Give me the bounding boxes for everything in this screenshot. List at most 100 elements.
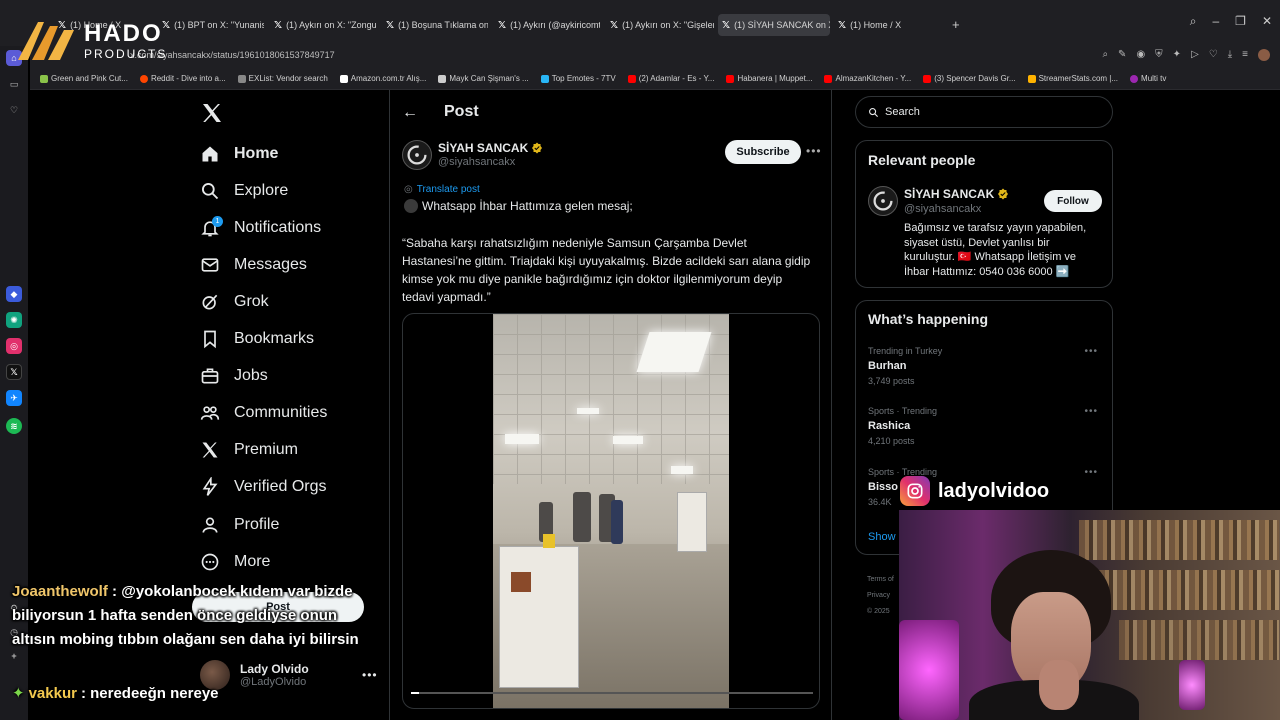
bookmark-item[interactable]: Top Emotes - 7TV [540, 74, 616, 83]
browser-tab-6[interactable]: 𝕏(1) Aykırı on X: "Gişelerde [606, 14, 714, 36]
briefcase-icon [201, 368, 219, 384]
bookmark-item[interactable]: Habanera | Muppet... [726, 74, 812, 83]
relevant-people-card: Relevant people SİYAH SANCAK @siyahsanca… [855, 140, 1113, 288]
back-arrow-icon[interactable]: ← [402, 104, 418, 122]
menu-icon[interactable]: ≡ [1242, 49, 1248, 61]
nav-jobs[interactable]: Jobs [200, 361, 268, 391]
terms-link[interactable]: Terms of [867, 572, 894, 588]
nav-messages[interactable]: Messages [200, 250, 307, 280]
heart-icon[interactable]: ♡ [1209, 49, 1218, 61]
hado-products-logo: HADO PRODUCTS [14, 20, 167, 62]
download-icon[interactable]: ⤓ [1228, 49, 1232, 61]
new-tab-icon[interactable]: + [952, 17, 960, 32]
post-more-icon[interactable]: ••• [806, 144, 822, 158]
x-app-icon[interactable]: 𝕏 [6, 364, 22, 380]
camera-icon[interactable]: ◉ [1136, 49, 1145, 61]
nav-communities[interactable]: Communities [200, 398, 327, 428]
trend-more-icon[interactable]: ••• [1084, 346, 1098, 357]
browser-tab-5[interactable]: 𝕏(1) Aykırı (@aykiricomtr) / [494, 14, 600, 36]
trend-more-icon[interactable]: ••• [1084, 467, 1098, 478]
bookmark-item[interactable]: Amazon.com.tr Alış... [339, 74, 426, 83]
wallet-icon[interactable]: ▭ [6, 76, 22, 92]
author-name[interactable]: SİYAH SANCAK [438, 141, 543, 155]
whats-happening-title: What’s happening [868, 311, 989, 327]
nav-grok[interactable]: Grok [200, 287, 269, 317]
favorites-icon[interactable]: ♡ [6, 102, 22, 118]
shield-icon[interactable]: ⛨ [1155, 49, 1163, 61]
bookmark-item[interactable]: Mayk Can Şişman's ... [438, 74, 529, 83]
video-progress-bar[interactable] [411, 692, 813, 694]
browser-tab-3[interactable]: 𝕏(1) Aykırı on X: "Zongulda [270, 14, 376, 36]
search-input[interactable]: Search [855, 96, 1113, 128]
bookmark-favicon-icon [237, 74, 246, 83]
bluesky-icon[interactable]: ✈ [6, 390, 22, 406]
instagram-icon[interactable]: ◎ [6, 338, 22, 354]
x-favicon-icon: 𝕏 [838, 19, 847, 31]
app-icon[interactable]: ◆ [6, 286, 22, 302]
extension-icon[interactable]: ✦ [1173, 49, 1181, 61]
trend-more-icon[interactable]: ••• [1084, 406, 1098, 417]
youtube-icon [923, 74, 932, 83]
browser-tab-4[interactable]: 𝕏(1) Boşuna Tıklama on X: " [382, 14, 488, 36]
video-player[interactable] [402, 313, 820, 709]
nav-premium[interactable]: Premium [200, 435, 298, 465]
more-circle-icon [201, 553, 219, 571]
close-window-icon[interactable]: ✕ [1262, 14, 1272, 29]
address-bar[interactable]: x.com/siyahsancakx/status/19610180615378… [30, 46, 1280, 68]
minimize-icon[interactable]: – [1212, 14, 1219, 29]
browser-tab-7-active[interactable]: 𝕏(1) SİYAH SANCAK on X: " [718, 14, 830, 36]
edit-icon[interactable]: ✎ [1118, 49, 1126, 61]
browser-tab-8[interactable]: 𝕏 (1) Home / X [834, 14, 934, 36]
subscribe-button[interactable]: Subscribe [725, 140, 801, 164]
bookmark-item[interactable]: (3) Spencer Davis Gr... [923, 74, 1016, 83]
communities-icon [200, 406, 220, 420]
author-avatar[interactable] [402, 140, 432, 170]
trend-item[interactable]: Trending in Turkey Burhan 3,749 posts ••… [868, 346, 1104, 386]
relevant-name[interactable]: SİYAH SANCAK [904, 187, 1009, 201]
nav-bookmarks[interactable]: Bookmarks [200, 324, 314, 354]
page-title: Post [444, 103, 479, 120]
x-favicon-icon: 𝕏 [722, 19, 731, 31]
bookmark-item[interactable]: AlmazanKitchen - Y... [824, 74, 911, 83]
x-logo-icon[interactable] [200, 101, 224, 125]
play-icon[interactable]: ▷ [1191, 49, 1199, 61]
nav-explore[interactable]: Explore [200, 176, 288, 206]
crescent-logo-icon [873, 191, 893, 211]
search-tabs-icon[interactable]: ⌕ [1190, 14, 1197, 29]
nav-more[interactable]: More [200, 547, 270, 577]
bookmark-item[interactable]: Green and Pink Cut... [40, 74, 128, 83]
nav-verified-orgs[interactable]: Verified Orgs [200, 472, 326, 502]
privacy-link[interactable]: Privacy [867, 588, 894, 604]
nav-notifications[interactable]: 1 Notifications [200, 213, 321, 243]
follow-button[interactable]: Follow [1044, 190, 1102, 212]
nav-profile[interactable]: Profile [200, 510, 279, 540]
translate-post-link[interactable]: ◎ Translate post [404, 184, 480, 195]
bookmark-favicon-icon [1027, 74, 1036, 83]
search-placeholder: Search [885, 106, 920, 118]
bookmark-item[interactable]: Multi tv [1130, 74, 1166, 83]
relevant-avatar[interactable] [868, 186, 898, 216]
zoom-icon[interactable]: ⌕ [1102, 49, 1108, 61]
home-icon [202, 146, 218, 162]
show-more-link[interactable]: Show [868, 531, 896, 543]
maximize-icon[interactable]: ❐ [1235, 14, 1246, 29]
profile-avatar-icon[interactable] [1258, 49, 1270, 61]
relevant-handle[interactable]: @siyahsancakx [904, 203, 981, 215]
account-more-icon[interactable]: ••• [362, 668, 378, 682]
webcam-feed [899, 510, 1280, 720]
bookmark-item[interactable]: (2) Adamlar - Es - Y... [627, 74, 714, 83]
window-controls: ⌕ – ❐ ✕ [1190, 14, 1272, 29]
author-handle[interactable]: @siyahsancakx [438, 156, 515, 168]
bookmark-item[interactable]: EXList: Vendor search [237, 74, 328, 83]
bookmark-item[interactable]: StreamerStats.com |... [1027, 74, 1118, 83]
browser-tab-2[interactable]: 𝕏(1) BPT on X: "Yunanistan [158, 14, 264, 36]
amazon-icon [339, 74, 348, 83]
chatgpt-icon[interactable]: ✺ [6, 312, 22, 328]
nav-home[interactable]: Home [200, 139, 278, 169]
bookmark-favicon-icon [1130, 74, 1139, 83]
logo-name: HADO [84, 20, 163, 47]
bookmark-item[interactable]: Reddit - Dive into a... [139, 74, 226, 83]
trend-item[interactable]: Sports · Trending Rashica 4,210 posts ••… [868, 406, 1104, 446]
spotify-icon[interactable]: ≋ [6, 418, 22, 434]
post-text-line: Whatsapp İhbar Hattımıza gelen mesaj; [404, 199, 633, 213]
